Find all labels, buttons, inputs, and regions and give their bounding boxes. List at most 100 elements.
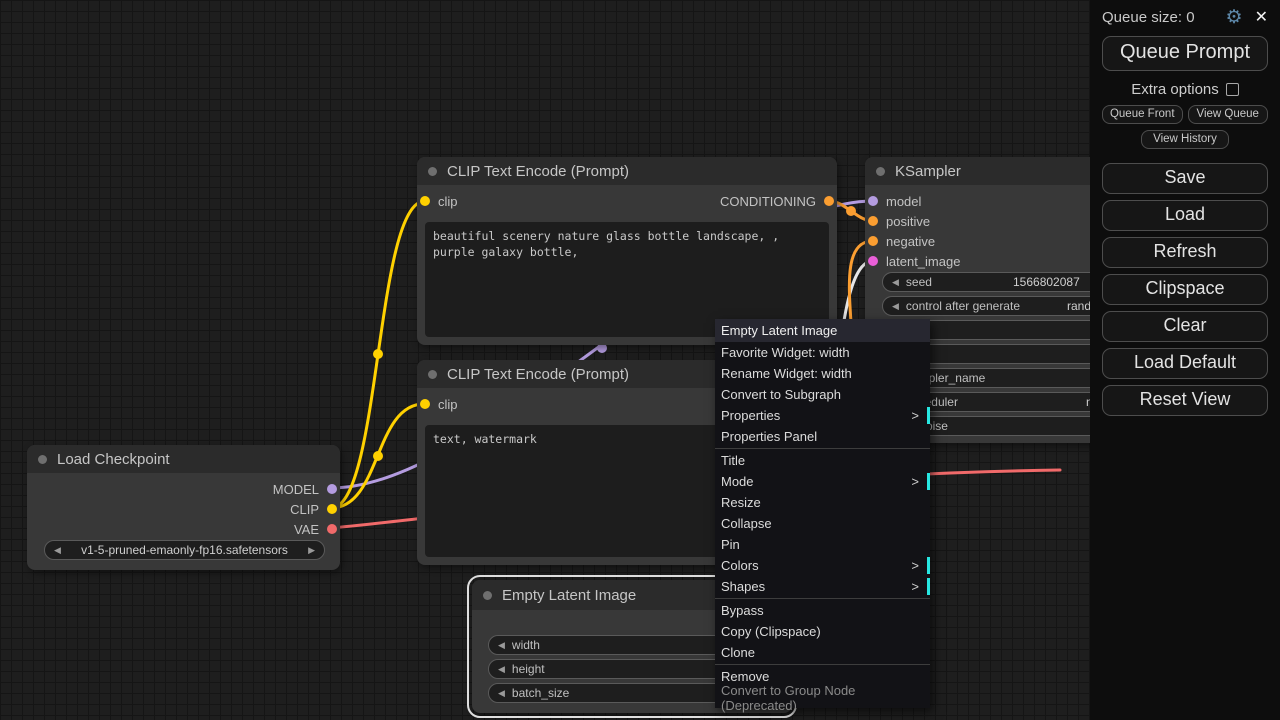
menu-item-bypass[interactable]: Bypass [715, 600, 930, 621]
collapse-dot-icon[interactable] [428, 167, 437, 176]
port-label: VAE [294, 522, 319, 537]
menu-separator [715, 664, 930, 665]
port-label: model [886, 194, 921, 209]
context-menu-title: Empty Latent Image [715, 319, 930, 342]
node-title: Load Checkpoint [57, 451, 170, 468]
port-dot-clip-icon[interactable] [327, 504, 337, 514]
input-clip[interactable]: clip [420, 396, 458, 412]
collapse-dot-icon[interactable] [876, 167, 885, 176]
menu-separator [715, 448, 930, 449]
widget-value: v1-5-pruned-emaonly-fp16.safetensors [61, 543, 308, 557]
output-conditioning[interactable]: CONDITIONING [720, 193, 834, 209]
menu-item-convert-to-subgraph[interactable]: Convert to Subgraph [715, 384, 930, 405]
gear-icon[interactable]: ⚙ [1226, 8, 1243, 27]
port-dot-model-icon[interactable] [868, 196, 878, 206]
menu-item-properties-panel[interactable]: Properties Panel [715, 426, 930, 447]
port-dot-clip-icon[interactable] [420, 399, 430, 409]
menu-item-convert-to-group-node[interactable]: Convert to Group Node (Deprecated) [715, 687, 930, 708]
menu-item-pin[interactable]: Pin [715, 534, 930, 555]
menu-item-shapes[interactable]: Shapes> [715, 576, 930, 597]
view-queue-button[interactable]: View Queue [1188, 105, 1269, 124]
submenu-arrow-icon: > [911, 408, 924, 423]
refresh-button[interactable]: Refresh [1102, 237, 1268, 268]
reset-view-button[interactable]: Reset View [1102, 385, 1268, 416]
input-model[interactable]: model [868, 193, 921, 209]
submenu-arrow-icon: > [911, 579, 924, 594]
port-label: latent_image [886, 254, 960, 269]
decrement-arrow-icon[interactable]: ◀ [892, 277, 899, 288]
submenu-bar-icon [927, 578, 930, 595]
extra-options-checkbox[interactable] [1226, 83, 1239, 96]
collapse-dot-icon[interactable] [428, 370, 437, 379]
submenu-arrow-icon: > [911, 558, 924, 573]
port-dot-conditioning-icon[interactable] [824, 196, 834, 206]
output-clip[interactable]: CLIP [290, 501, 337, 517]
menu-item-rename-widget[interactable]: Rename Widget: width [715, 363, 930, 384]
menu-item-favorite-widget[interactable]: Favorite Widget: width [715, 342, 930, 363]
port-dot-clip-icon[interactable] [420, 196, 430, 206]
port-label: negative [886, 234, 935, 249]
port-label: CONDITIONING [720, 194, 816, 209]
node-header[interactable]: CLIP Text Encode (Prompt) [417, 157, 837, 185]
node-header[interactable]: Load Checkpoint [27, 445, 340, 473]
link-midpoint-dot[interactable] [846, 206, 856, 216]
widget-ckpt-name[interactable]: ◀ v1-5-pruned-emaonly-fp16.safetensors ▶ [44, 540, 325, 560]
link-midpoint-dot[interactable] [373, 349, 383, 359]
port-label: CLIP [290, 502, 319, 517]
next-option-arrow-icon[interactable]: ▶ [308, 545, 315, 556]
submenu-bar-icon [927, 557, 930, 574]
submenu-arrow-icon: > [911, 474, 924, 489]
load-default-button[interactable]: Load Default [1102, 348, 1268, 379]
queue-prompt-button[interactable]: Queue Prompt [1102, 36, 1268, 71]
widget-label: width [512, 638, 540, 652]
save-button[interactable]: Save [1102, 163, 1268, 194]
port-dot-vae-icon[interactable] [327, 524, 337, 534]
menu-item-resize[interactable]: Resize [715, 492, 930, 513]
menu-item-copy-clipspace[interactable]: Copy (Clipspace) [715, 621, 930, 642]
load-button[interactable]: Load [1102, 200, 1268, 231]
context-menu: Empty Latent Image Favorite Widget: widt… [715, 319, 930, 708]
queue-size-label: Queue size: 0 [1102, 9, 1195, 26]
input-positive[interactable]: positive [868, 213, 930, 229]
menu-item-mode[interactable]: Mode> [715, 471, 930, 492]
output-vae[interactable]: VAE [294, 521, 337, 537]
menu-item-collapse[interactable]: Collapse [715, 513, 930, 534]
widget-label: control after generate [906, 299, 1020, 313]
menu-item-properties[interactable]: Properties> [715, 405, 930, 426]
decrement-arrow-icon[interactable]: ◀ [498, 640, 505, 651]
decrement-arrow-icon[interactable]: ◀ [498, 664, 505, 675]
port-dot-latent-icon[interactable] [868, 256, 878, 266]
menu-item-clone[interactable]: Clone [715, 642, 930, 663]
queue-front-button[interactable]: Queue Front [1102, 105, 1183, 124]
port-dot-conditioning-icon[interactable] [868, 216, 878, 226]
node-load-checkpoint[interactable]: Load Checkpoint MODEL CLIP VAE ◀ v1-5-pr… [27, 445, 340, 570]
widget-label: seed [906, 275, 932, 289]
submenu-bar-icon [927, 473, 930, 490]
node-clip-text-encode-1[interactable]: CLIP Text Encode (Prompt) clip CONDITION… [417, 157, 837, 345]
menu-item-title[interactable]: Title [715, 450, 930, 471]
input-negative[interactable]: negative [868, 233, 935, 249]
port-dot-conditioning-icon[interactable] [868, 236, 878, 246]
widget-label: height [512, 662, 545, 676]
link-midpoint-dot[interactable] [373, 451, 383, 461]
collapse-dot-icon[interactable] [38, 455, 47, 464]
menu-item-colors[interactable]: Colors> [715, 555, 930, 576]
port-label: positive [886, 214, 930, 229]
close-icon[interactable]: ✕ [1255, 10, 1268, 26]
clipspace-button[interactable]: Clipspace [1102, 274, 1268, 305]
clear-button[interactable]: Clear [1102, 311, 1268, 342]
node-title: KSampler [895, 163, 961, 180]
node-title: CLIP Text Encode (Prompt) [447, 366, 629, 383]
collapse-dot-icon[interactable] [483, 591, 492, 600]
input-clip[interactable]: clip [420, 193, 458, 209]
output-model[interactable]: MODEL [273, 481, 337, 497]
prev-option-arrow-icon[interactable]: ◀ [54, 545, 61, 556]
view-history-button[interactable]: View History [1141, 130, 1229, 149]
submenu-bar-icon [927, 407, 930, 424]
port-dot-model-icon[interactable] [327, 484, 337, 494]
decrement-arrow-icon[interactable]: ◀ [892, 301, 899, 312]
port-label: clip [438, 397, 458, 412]
input-latent-image[interactable]: latent_image [868, 253, 960, 269]
decrement-arrow-icon[interactable]: ◀ [498, 688, 505, 699]
node-title: Empty Latent Image [502, 587, 636, 604]
